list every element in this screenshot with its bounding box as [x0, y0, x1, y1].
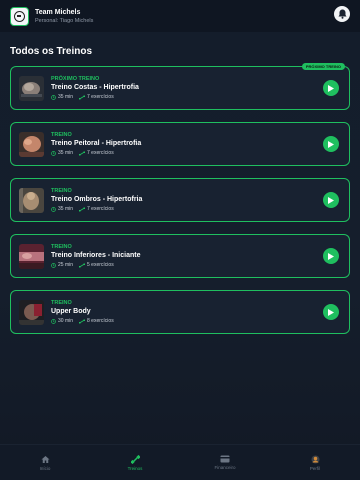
dumbbell-small-icon	[79, 263, 86, 267]
workout-name: Treino Peitoral - Hipertrofia	[51, 139, 142, 147]
tab-label: Financeiro	[214, 465, 236, 470]
team-logo[interactable]	[10, 6, 29, 26]
play-icon	[328, 252, 334, 260]
play-button[interactable]	[323, 192, 339, 208]
clock-icon	[51, 262, 56, 268]
workout-name: Treino Inferiores - Iniciante	[51, 251, 141, 259]
workout-card[interactable]: TREINO Treino Ombros - Hipertofria 35 mi…	[10, 178, 350, 222]
team-name: Team Michels	[35, 8, 81, 16]
bottom-tab-bar: Início Treinos Financeiro Perfil	[0, 444, 360, 480]
workout-duration: 25 min	[58, 261, 74, 268]
workout-duration: 35 min	[58, 93, 74, 100]
tab-treinos[interactable]: Treinos	[90, 445, 180, 480]
workout-tag: TREINO	[51, 299, 72, 306]
home-icon	[41, 455, 49, 463]
avatar-icon	[311, 455, 319, 463]
workout-thumbnail	[19, 187, 44, 213]
workout-duration: 30 min	[58, 317, 74, 324]
card-icon	[220, 455, 230, 463]
tab-financeiro[interactable]: Financeiro	[180, 445, 270, 480]
tab-perfil[interactable]: Perfil	[270, 445, 360, 480]
play-icon	[328, 84, 334, 92]
workout-thumbnail	[19, 243, 44, 269]
dumbbell-small-icon	[79, 151, 86, 155]
tab-label: Início	[39, 465, 51, 471]
workout-card[interactable]: TREINO Treino Peitoral - Hipertrofia 35 …	[10, 122, 350, 166]
workout-card[interactable]: PRÓXIMO TREINO PRÓXIMO TREINO Treino Cos…	[10, 63, 350, 110]
tab-label: Treinos	[127, 465, 143, 471]
play-icon	[328, 308, 334, 316]
workout-thumbnail	[19, 299, 44, 325]
workout-exercises: 5 exercícios	[87, 261, 114, 268]
workout-duration: 35 min	[58, 149, 74, 156]
dumbbell-small-icon	[79, 95, 86, 99]
dumbbell-small-icon	[79, 319, 86, 323]
clock-icon	[51, 94, 56, 100]
tab-inicio[interactable]: Início	[0, 445, 90, 480]
workout-tag: TREINO	[51, 131, 72, 138]
tab-label: Perfil	[309, 465, 321, 471]
app-header: Team Michels Personal: Tiago Michels	[0, 0, 360, 32]
bell-icon	[338, 9, 346, 19]
workout-name: Treino Ombros - Hipertofria	[51, 195, 143, 203]
workout-exercises: 7 exercícios	[87, 93, 114, 100]
team-info: Team Michels Personal: Tiago Michels	[35, 8, 93, 25]
workout-card[interactable]: TREINO Upper Body 30 min 8 exercícios	[10, 290, 350, 334]
workout-name: Treino Costas - Hipertrofia	[51, 83, 139, 91]
play-icon	[328, 140, 334, 148]
dumbbell-icon	[130, 454, 140, 464]
workout-duration: 35 min	[58, 205, 74, 212]
play-icon	[328, 196, 334, 204]
play-button[interactable]	[323, 304, 339, 320]
dumbbell-small-icon	[79, 207, 86, 211]
workout-tag: TREINO	[51, 187, 72, 194]
section-title: Todos os Treinos	[10, 46, 93, 57]
play-button[interactable]	[323, 136, 339, 152]
logo-mark	[14, 10, 25, 22]
next-workout-badge: PRÓXIMO TREINO	[301, 63, 345, 70]
trainer-name: Personal: Tiago Michels	[35, 17, 94, 24]
workout-exercises: 8 exercícios	[87, 317, 114, 324]
clock-icon	[51, 206, 56, 212]
workout-exercises: 7 exercícios	[87, 149, 114, 156]
workout-tag: TREINO	[51, 243, 72, 250]
workout-card[interactable]: TREINO Treino Inferiores - Iniciante 25 …	[10, 234, 350, 278]
workout-name: Upper Body	[51, 307, 91, 315]
workout-thumbnail	[19, 75, 44, 101]
workout-thumbnail	[19, 131, 44, 157]
clock-icon	[51, 318, 56, 324]
notification-button[interactable]	[334, 6, 350, 22]
clock-icon	[51, 150, 56, 156]
play-button[interactable]	[323, 248, 339, 264]
workout-tag: PRÓXIMO TREINO	[51, 75, 100, 82]
play-button[interactable]	[323, 80, 339, 96]
workout-exercises: 7 exercícios	[87, 205, 114, 212]
